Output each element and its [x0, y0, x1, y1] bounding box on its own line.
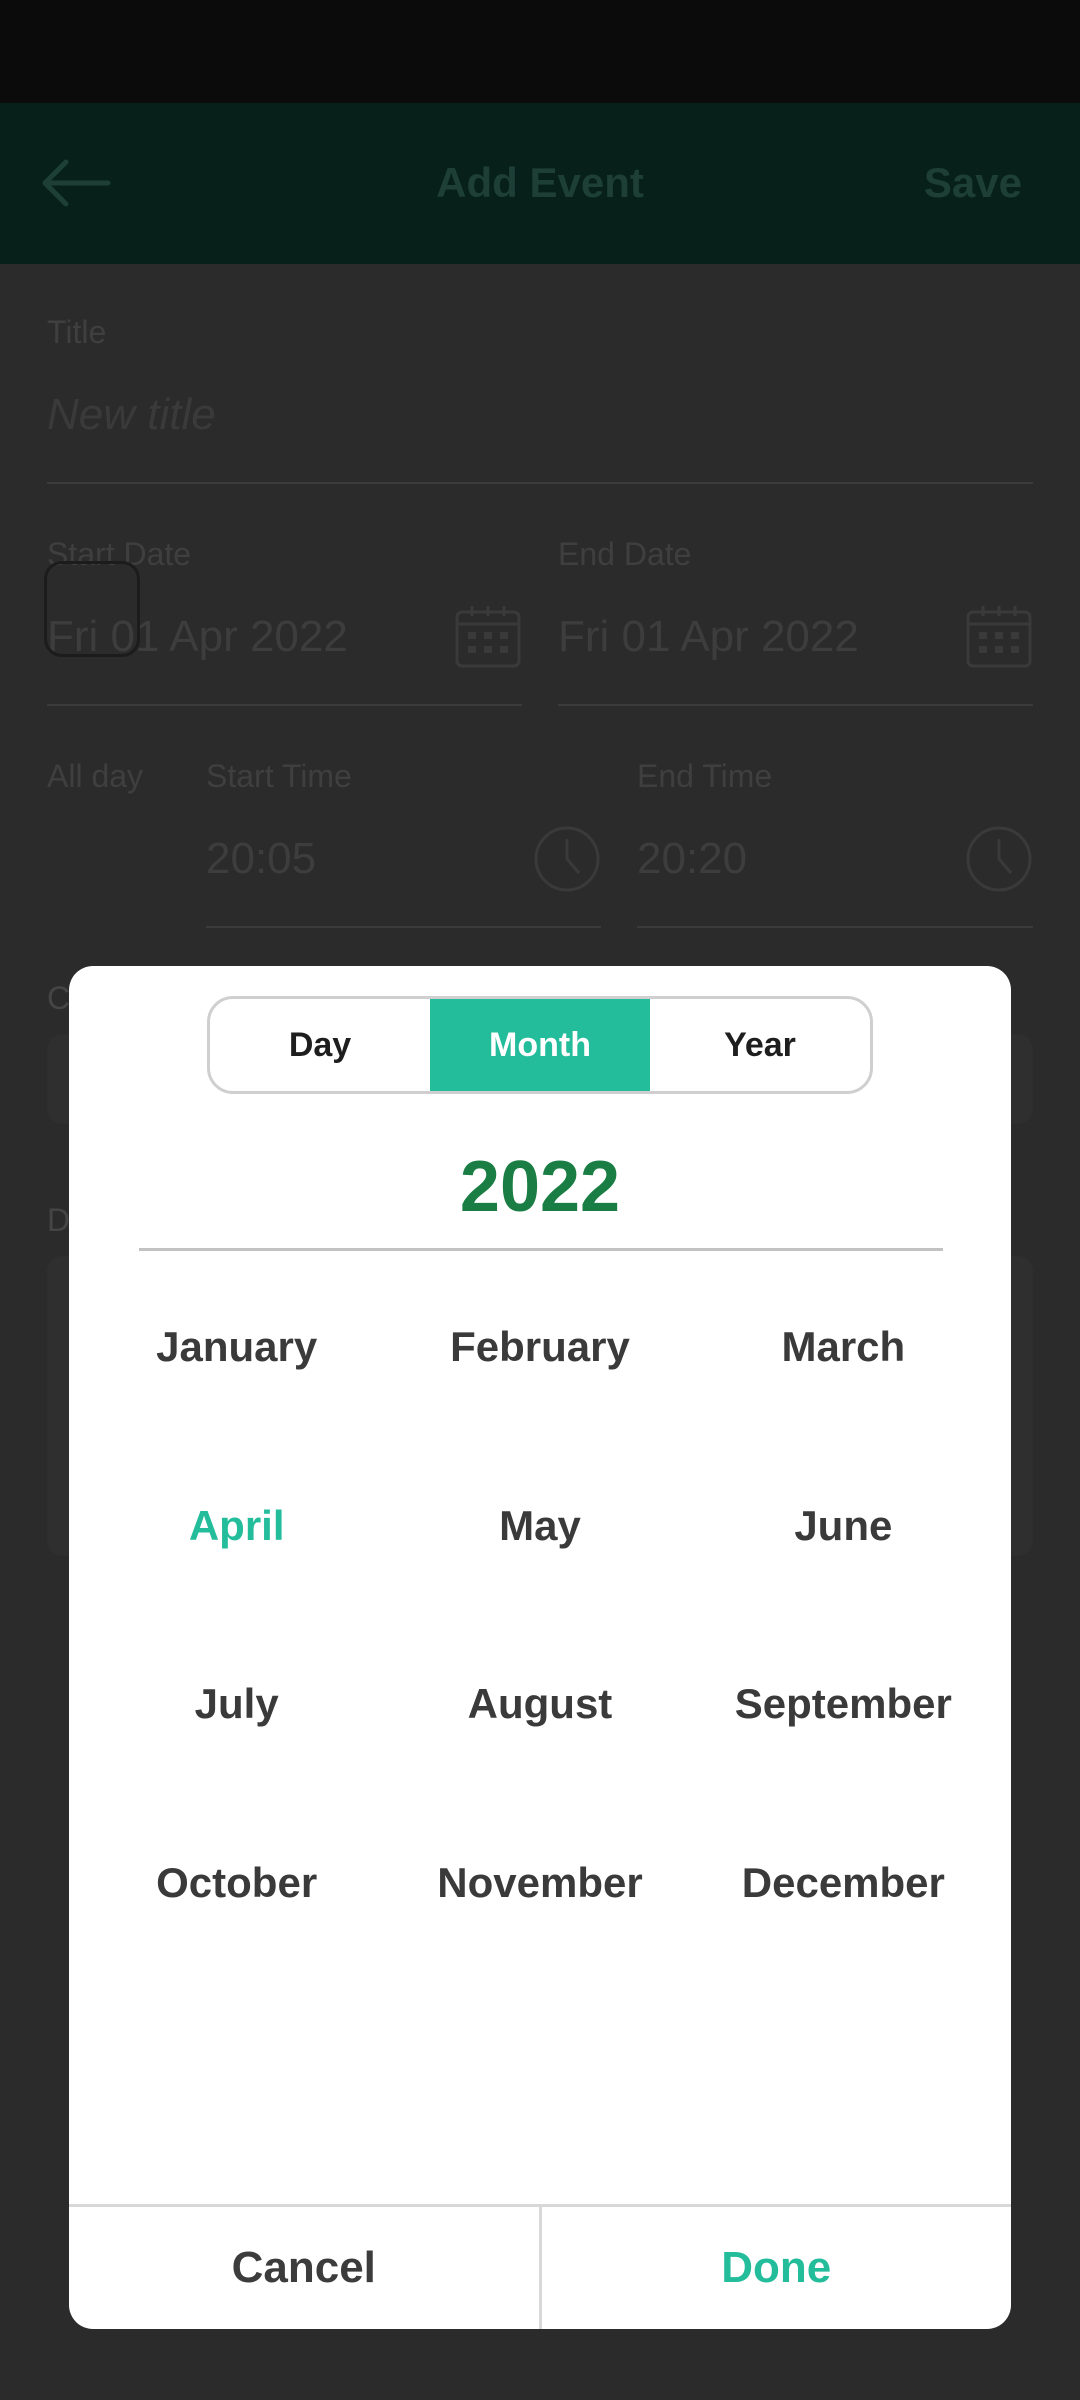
title-label: Title: [47, 314, 107, 350]
calendar-icon[interactable]: [965, 602, 1033, 670]
month-september[interactable]: September: [692, 1615, 995, 1794]
app-bar: Add Event Save: [0, 103, 1080, 264]
page-title: Add Event: [436, 159, 644, 206]
cancel-button[interactable]: Cancel: [69, 2207, 542, 2329]
month-picker-dialog: Day Month Year 2022 January February Mar…: [69, 966, 1011, 2329]
all-day-checkbox[interactable]: [44, 561, 140, 657]
start-date-underline: [47, 704, 522, 706]
month-april[interactable]: April: [85, 1437, 388, 1616]
status-bar: [0, 0, 1080, 103]
partial-label: D: [47, 1202, 71, 1238]
title-underline: [47, 482, 1033, 484]
dialog-footer: Cancel Done: [69, 2204, 1011, 2329]
month-october[interactable]: October: [85, 1794, 388, 1973]
month-july[interactable]: July: [85, 1615, 388, 1794]
tab-day[interactable]: Day: [210, 999, 430, 1091]
start-time-label: Start Time: [206, 758, 352, 794]
picker-mode-segmented-control: Day Month Year: [207, 996, 873, 1094]
month-december[interactable]: December: [692, 1794, 995, 1973]
month-june[interactable]: June: [692, 1437, 995, 1616]
clock-icon[interactable]: [965, 825, 1033, 893]
month-february[interactable]: February: [388, 1258, 691, 1437]
tab-year[interactable]: Year: [650, 999, 870, 1091]
start-time-field[interactable]: 20:05: [206, 834, 316, 884]
month-grid: January February March April May June Ju…: [85, 1258, 995, 1972]
month-may[interactable]: May: [388, 1437, 691, 1616]
end-time-field[interactable]: 20:20: [637, 834, 747, 884]
month-march[interactable]: March: [692, 1258, 995, 1437]
year-divider: [139, 1248, 943, 1251]
month-november[interactable]: November: [388, 1794, 691, 1973]
end-time-underline: [637, 926, 1033, 928]
start-time-underline: [206, 926, 601, 928]
clock-icon[interactable]: [533, 825, 601, 893]
done-button[interactable]: Done: [542, 2207, 1012, 2329]
end-date-field[interactable]: Fri 01 Apr 2022: [558, 612, 859, 662]
all-day-label: All day: [47, 758, 144, 794]
calendar-icon[interactable]: [454, 602, 522, 670]
end-date-underline: [558, 704, 1033, 706]
month-august[interactable]: August: [388, 1615, 691, 1794]
end-date-label: End Date: [558, 536, 692, 572]
tab-month[interactable]: Month: [430, 999, 650, 1091]
title-input[interactable]: New title: [47, 390, 216, 440]
selected-year[interactable]: 2022: [69, 1146, 1011, 1228]
month-january[interactable]: January: [85, 1258, 388, 1437]
save-button[interactable]: Save: [924, 159, 1022, 207]
partial-label: C: [47, 980, 71, 1016]
end-time-label: End Time: [637, 758, 773, 794]
